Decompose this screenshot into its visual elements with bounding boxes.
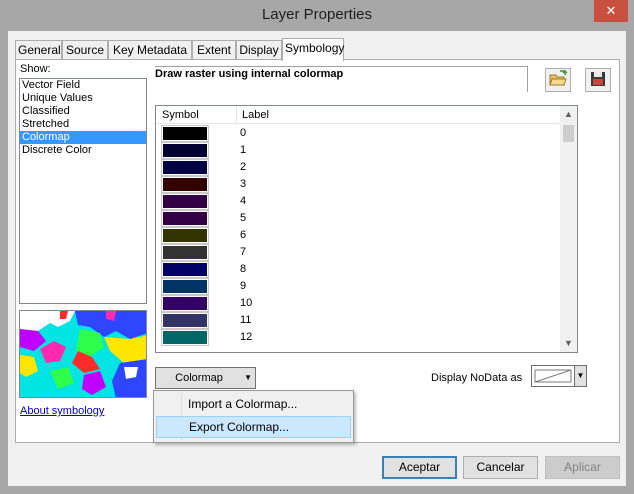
- symbology-heading: Draw raster using internal colormap: [155, 68, 344, 80]
- symbology-preview-image: [19, 310, 147, 398]
- row-label: 12: [240, 331, 253, 343]
- tab-key-metadata[interactable]: Key Metadata: [108, 40, 192, 60]
- table-row[interactable]: 7: [156, 244, 559, 261]
- scroll-down-arrow-icon[interactable]: ▼: [560, 335, 577, 352]
- nodata-swatch-icon: [534, 369, 572, 383]
- show-label: Show:: [20, 63, 51, 75]
- color-swatch[interactable]: [161, 244, 209, 261]
- table-row[interactable]: 9: [156, 278, 559, 295]
- close-button[interactable]: ✕: [594, 0, 628, 22]
- color-swatch[interactable]: [161, 295, 209, 312]
- chevron-down-icon[interactable]: ▼: [574, 366, 586, 386]
- color-swatch[interactable]: [161, 125, 209, 142]
- tab-symbology[interactable]: Symbology: [282, 38, 344, 61]
- row-label: 5: [240, 212, 247, 224]
- color-swatch[interactable]: [161, 210, 209, 227]
- table-header: Symbol Label: [156, 106, 559, 124]
- tab-general[interactable]: General: [15, 40, 62, 60]
- color-swatch[interactable]: [161, 278, 209, 295]
- row-label: 4: [240, 195, 247, 207]
- chevron-down-icon: ▼: [244, 373, 252, 382]
- show-item-unique-values[interactable]: Unique Values: [20, 92, 146, 105]
- table-row[interactable]: 8: [156, 261, 559, 278]
- row-label: 8: [240, 263, 247, 275]
- tab-source[interactable]: Source: [62, 40, 108, 60]
- color-swatch[interactable]: [161, 227, 209, 244]
- tab-display[interactable]: Display: [236, 40, 282, 60]
- row-label: 2: [240, 161, 247, 173]
- color-swatch[interactable]: [161, 329, 209, 346]
- apply-button[interactable]: Aplicar: [545, 456, 620, 479]
- table-row[interactable]: 3: [156, 176, 559, 193]
- nodata-color-picker[interactable]: ▼: [531, 365, 587, 387]
- preview-map-graphic: [20, 311, 146, 397]
- window-title: Layer Properties: [261, 6, 373, 23]
- row-label: 6: [240, 229, 247, 241]
- table-row[interactable]: 2: [156, 159, 559, 176]
- ok-button[interactable]: Aceptar: [382, 456, 457, 479]
- table-vertical-scrollbar[interactable]: ▲ ▼: [560, 106, 577, 352]
- column-header-symbol[interactable]: Symbol: [162, 109, 199, 121]
- table-row[interactable]: 11: [156, 312, 559, 329]
- table-row[interactable]: 4: [156, 193, 559, 210]
- color-swatch[interactable]: [161, 176, 209, 193]
- close-icon: ✕: [605, 3, 617, 18]
- row-label: 3: [240, 178, 247, 190]
- menu-item-import-colormap[interactable]: Import a Colormap...: [156, 394, 351, 416]
- dialog-client-area: General Source Key Metadata Extent Displ…: [8, 31, 626, 486]
- row-label: 7: [240, 246, 247, 258]
- show-item-vector-field[interactable]: Vector Field: [20, 79, 146, 92]
- menu-item-export-colormap[interactable]: Export Colormap...: [156, 416, 351, 438]
- show-item-discrete-color[interactable]: Discrete Color: [20, 144, 146, 157]
- table-row[interactable]: 12: [156, 329, 559, 346]
- column-header-label[interactable]: Label: [242, 109, 269, 121]
- table-row[interactable]: 6: [156, 227, 559, 244]
- colormap-table[interactable]: Symbol Label 0 1 2 3 4 5 6 7 8 9 10 11 12 ▲ ▼: [155, 105, 578, 353]
- column-divider: [236, 106, 237, 124]
- row-label: 1: [240, 144, 247, 156]
- colormap-popup-menu: Import a Colormap... Export Colormap...: [153, 390, 354, 443]
- show-item-colormap[interactable]: Colormap: [20, 131, 146, 144]
- show-list[interactable]: Vector Field Unique Values Classified St…: [19, 78, 147, 304]
- color-swatch[interactable]: [161, 193, 209, 210]
- title-bar[interactable]: Layer Properties ✕: [0, 0, 634, 30]
- layer-properties-window: Layer Properties ✕ General Source Key Me…: [0, 0, 634, 494]
- color-swatch[interactable]: [161, 312, 209, 329]
- row-label: 10: [240, 297, 253, 309]
- show-item-stretched[interactable]: Stretched: [20, 118, 146, 131]
- tab-extent[interactable]: Extent: [192, 40, 236, 60]
- scroll-up-arrow-icon[interactable]: ▲: [560, 106, 577, 123]
- color-swatch[interactable]: [161, 142, 209, 159]
- scroll-thumb[interactable]: [563, 125, 574, 142]
- color-swatch[interactable]: [161, 261, 209, 278]
- table-row[interactable]: 10: [156, 295, 559, 312]
- save-icon: [591, 72, 605, 86]
- load-symbology-button[interactable]: [545, 68, 571, 92]
- colormap-dropdown-button[interactable]: Colormap ▼: [155, 367, 256, 389]
- nodata-label: Display NoData as: [431, 372, 523, 384]
- color-swatch[interactable]: [161, 159, 209, 176]
- table-row[interactable]: 1: [156, 142, 559, 159]
- table-row[interactable]: 5: [156, 210, 559, 227]
- symbology-panel: Show: Vector Field Unique Values Classif…: [15, 59, 620, 443]
- open-folder-icon: [549, 70, 568, 86]
- cancel-button[interactable]: Cancelar: [463, 456, 538, 479]
- show-item-classified[interactable]: Classified: [20, 105, 146, 118]
- row-label: 0: [240, 127, 247, 139]
- save-symbology-button[interactable]: [585, 68, 611, 92]
- row-label: 11: [240, 314, 252, 326]
- table-row[interactable]: 0: [156, 125, 559, 142]
- about-symbology-link[interactable]: About symbology: [20, 405, 104, 417]
- colormap-button-label: Colormap: [175, 372, 223, 384]
- row-label: 9: [240, 280, 247, 292]
